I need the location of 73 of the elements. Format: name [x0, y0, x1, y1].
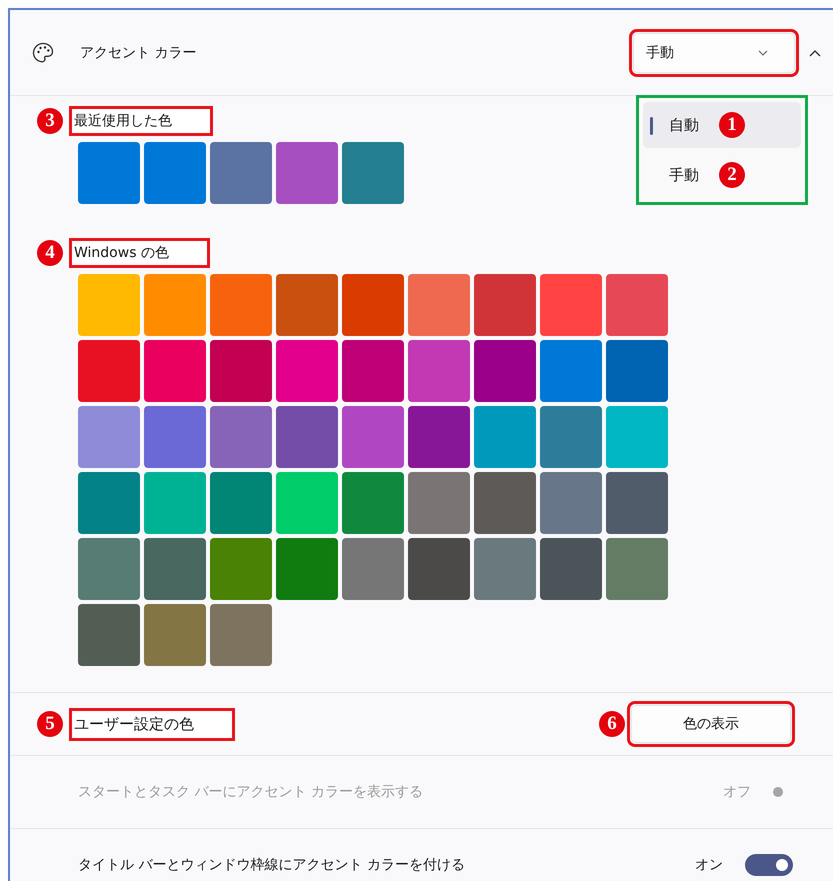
color-swatch[interactable] [78, 538, 140, 600]
color-swatch[interactable] [210, 274, 272, 336]
color-swatch[interactable] [144, 604, 206, 666]
number-badge: 3 [37, 108, 63, 134]
color-swatch[interactable] [276, 406, 338, 468]
color-swatch[interactable] [408, 538, 470, 600]
color-swatch[interactable] [144, 274, 206, 336]
color-swatch[interactable] [540, 406, 602, 468]
color-swatch[interactable] [210, 604, 272, 666]
number-badge: 5 [37, 711, 63, 737]
color-swatch[interactable] [144, 406, 206, 468]
color-swatch[interactable] [408, 340, 470, 402]
color-swatch[interactable] [78, 274, 140, 336]
color-swatch[interactable] [210, 142, 272, 204]
number-badge: 2 [719, 162, 745, 188]
color-swatch[interactable] [408, 406, 470, 468]
color-swatch[interactable] [342, 538, 404, 600]
custom-colors-label: ユーザー設定の色 [69, 708, 235, 740]
color-swatch[interactable] [210, 340, 272, 402]
color-swatch[interactable] [540, 340, 602, 402]
color-swatch[interactable] [606, 472, 668, 534]
setting-label: スタートとタスク バーにアクセント カラーを表示する [78, 783, 424, 801]
color-swatch[interactable] [78, 604, 140, 666]
color-swatch[interactable] [276, 472, 338, 534]
color-swatch[interactable] [540, 274, 602, 336]
palette-icon [31, 40, 55, 64]
color-swatch[interactable] [606, 274, 668, 336]
color-swatch[interactable] [606, 406, 668, 468]
color-swatch[interactable] [78, 340, 140, 402]
color-swatch[interactable] [474, 538, 536, 600]
number-badge: 4 [37, 240, 63, 266]
color-swatch[interactable] [276, 142, 338, 204]
setting-label: タイトル バーとウィンドウ枠線にアクセント カラーを付ける [78, 856, 466, 874]
color-swatch[interactable] [408, 274, 470, 336]
color-swatch[interactable] [606, 538, 668, 600]
color-swatch[interactable] [210, 406, 272, 468]
chevron-up-icon[interactable] [809, 48, 821, 56]
color-swatch[interactable] [540, 472, 602, 534]
color-swatch[interactable] [342, 406, 404, 468]
color-swatch[interactable] [474, 406, 536, 468]
color-swatch[interactable] [144, 472, 206, 534]
recent-colors-label: 最近使用した色 [69, 106, 213, 136]
section-title: アクセント カラー [80, 44, 198, 62]
color-swatch[interactable] [408, 472, 470, 534]
toggle-state-text: オフ [723, 783, 751, 801]
color-swatch[interactable] [144, 340, 206, 402]
toggle-state-text: オン [695, 856, 723, 874]
color-swatch[interactable] [210, 472, 272, 534]
color-swatch[interactable] [342, 274, 404, 336]
number-badge: 1 [719, 112, 745, 138]
color-swatch[interactable] [474, 274, 536, 336]
chevron-down-icon [758, 50, 768, 56]
color-swatch[interactable] [144, 142, 206, 204]
color-swatch[interactable] [540, 538, 602, 600]
color-swatch[interactable] [210, 538, 272, 600]
color-swatch[interactable] [144, 538, 206, 600]
color-swatch[interactable] [78, 142, 140, 204]
color-swatch[interactable] [474, 472, 536, 534]
color-swatch[interactable] [78, 406, 140, 468]
windows-colors-label: Windows の色 [69, 238, 210, 268]
color-swatch[interactable] [78, 472, 140, 534]
color-swatch[interactable] [276, 538, 338, 600]
color-swatch[interactable] [474, 340, 536, 402]
color-swatch[interactable] [342, 340, 404, 402]
color-swatch[interactable] [342, 472, 404, 534]
number-badge: 6 [599, 711, 625, 737]
toggle-switch[interactable] [745, 854, 793, 876]
menu-item[interactable]: 自動 1 [643, 102, 801, 148]
color-swatch[interactable] [276, 274, 338, 336]
color-swatch[interactable] [276, 340, 338, 402]
color-swatch[interactable] [606, 340, 668, 402]
menu-item[interactable]: 手動 2 [643, 152, 801, 198]
color-swatch[interactable] [342, 142, 404, 204]
